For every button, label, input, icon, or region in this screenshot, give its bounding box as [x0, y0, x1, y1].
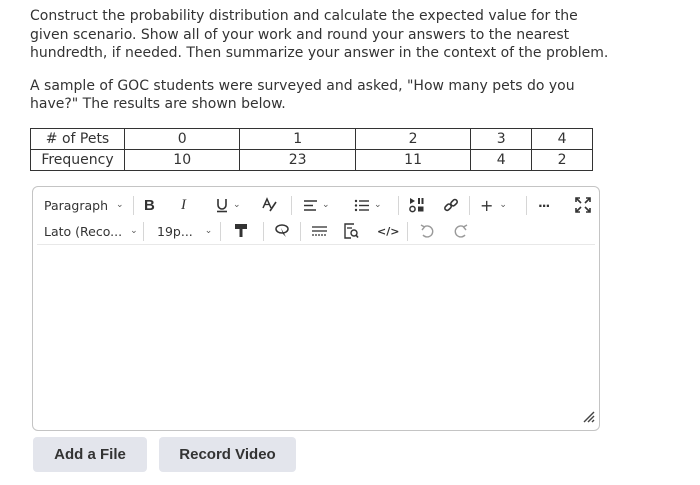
toolbar-divider	[407, 222, 408, 241]
table-header-frequency: Frequency	[30, 149, 125, 171]
table-cell: 3	[470, 128, 533, 150]
source-code-button[interactable]: </>	[377, 218, 399, 244]
underline-icon	[217, 199, 227, 213]
toolbar-divider	[398, 196, 399, 215]
align-icon	[304, 199, 317, 211]
find-replace-icon	[344, 223, 359, 239]
insert-stuff-icon	[409, 198, 424, 213]
plus-icon: +	[480, 195, 494, 215]
undo-icon	[420, 223, 434, 238]
toolbar-divider	[263, 222, 264, 241]
insert-link-button[interactable]	[443, 192, 459, 218]
highlight-button[interactable]	[275, 218, 291, 244]
insert-stuff-button[interactable]	[409, 192, 425, 218]
chevron-down-icon: ⌄	[130, 226, 138, 236]
toolbar-divider	[220, 222, 221, 241]
link-icon	[444, 198, 458, 212]
list-button[interactable]: ⌄	[354, 192, 382, 218]
rich-text-editor[interactable]: Paragraph ⌄ B I ⌄ ⌄ ⌄ + ⌄ ··· Lato (Reco…	[32, 186, 600, 431]
table-cell: 2	[531, 149, 593, 171]
redo-button[interactable]	[453, 218, 468, 244]
insert-menu-button[interactable]: + ⌄	[480, 192, 507, 218]
redo-icon	[454, 223, 468, 238]
font-family-select[interactable]: Lato (Reco... ⌄	[44, 218, 138, 244]
table-cell: 11	[354, 149, 472, 171]
paragraph-style-select[interactable]: Paragraph ⌄	[44, 192, 124, 218]
fullscreen-icon	[575, 197, 591, 213]
format-painter-button[interactable]	[234, 218, 248, 244]
toolbar-divider	[300, 222, 301, 241]
toolbar-row-2: Lato (Reco... ⌄ 19p... ⌄ </>	[33, 218, 599, 244]
underline-button[interactable]: ⌄	[215, 192, 241, 218]
text-color-icon	[262, 197, 277, 212]
table-row: # of Pets 0 1 2 3 4	[30, 128, 593, 150]
equation-button[interactable]	[311, 218, 328, 244]
toolbar-row-1: Paragraph ⌄ B I ⌄ ⌄ ⌄ + ⌄ ···	[33, 192, 599, 218]
paragraph-style-label: Paragraph	[44, 197, 109, 213]
equation-icon	[312, 226, 327, 236]
toolbar-divider	[291, 196, 292, 215]
bold-button[interactable]: B	[144, 192, 155, 218]
question-prompt: Construct the probability distribution a…	[30, 7, 610, 128]
table-header-pets: # of Pets	[30, 128, 125, 150]
prompt-scenario: A sample of GOC students were surveyed a…	[30, 77, 575, 113]
resize-handle[interactable]	[583, 408, 595, 427]
text-color-button[interactable]	[261, 192, 278, 218]
align-button[interactable]: ⌄	[303, 192, 330, 218]
toolbar-divider	[526, 196, 527, 215]
table-cell: 23	[239, 149, 356, 171]
table-cell: 4	[470, 149, 533, 171]
table-cell: 0	[123, 128, 241, 150]
chevron-down-icon: ⌄	[374, 200, 382, 210]
toolbar-divider	[469, 196, 470, 215]
more-actions-button[interactable]: ···	[538, 192, 550, 218]
toolbar-bottom-divider	[37, 244, 595, 245]
fullscreen-button[interactable]	[575, 192, 591, 218]
chevron-down-icon: ⌄	[499, 200, 507, 210]
font-size-label: 19p...	[157, 223, 193, 239]
chevron-down-icon: ⌄	[322, 200, 330, 210]
font-size-select[interactable]: 19p... ⌄	[157, 218, 212, 244]
find-replace-button[interactable]	[343, 218, 359, 244]
font-family-label: Lato (Reco...	[44, 223, 123, 239]
list-icon	[354, 199, 369, 211]
table-cell: 1	[239, 128, 356, 150]
format-painter-icon	[235, 224, 247, 237]
chevron-down-icon: ⌄	[233, 200, 241, 210]
table-cell: 10	[123, 149, 241, 171]
italic-button[interactable]: I	[181, 192, 186, 218]
chevron-down-icon: ⌄	[116, 200, 124, 210]
toolbar-divider	[133, 196, 134, 215]
table-row: Frequency 10 23 11 4 2	[30, 149, 593, 171]
pets-frequency-table: # of Pets 0 1 2 3 4 Frequency 10 23 11 4…	[30, 128, 593, 171]
toolbar-divider	[143, 222, 144, 241]
undo-button[interactable]	[420, 218, 435, 244]
table-cell: 2	[354, 128, 472, 150]
resize-icon	[583, 411, 595, 423]
chevron-down-icon: ⌄	[204, 226, 213, 236]
add-file-button[interactable]: Add a File	[33, 437, 147, 472]
record-video-button[interactable]: Record Video	[159, 437, 296, 472]
table-cell: 4	[531, 128, 593, 150]
prompt-instructions: Construct the probability distribution a…	[30, 8, 609, 61]
highlight-icon	[275, 224, 289, 237]
